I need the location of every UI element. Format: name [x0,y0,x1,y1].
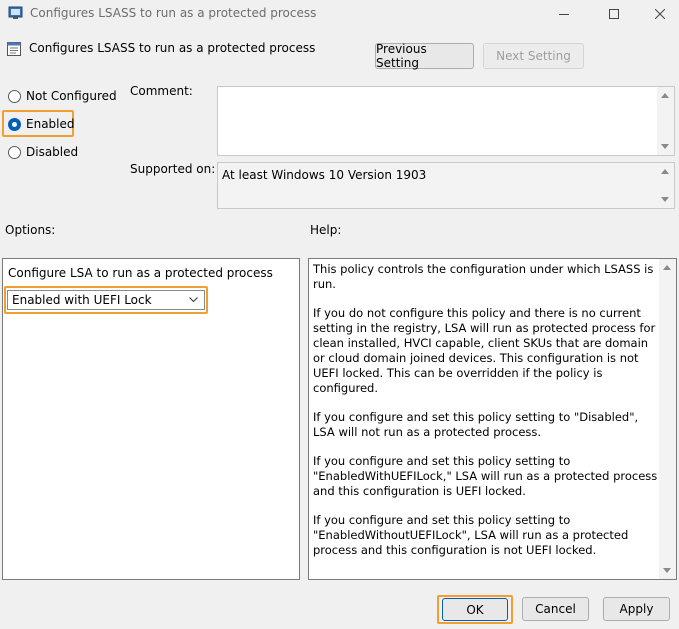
help-scrollbar[interactable] [659,259,676,579]
cancel-button[interactable]: Cancel [522,597,589,621]
radio-not-configured[interactable]: Not Configured [8,89,117,103]
options-label: Options: [5,223,56,237]
help-paragraph: If you configure and set this policy set… [313,410,639,439]
minimize-button[interactable] [541,0,587,28]
comment-scrollbar[interactable] [657,87,674,155]
dropdown-value: Enabled with UEFI Lock [12,293,152,307]
help-paragraph: If you configure and set this policy set… [313,513,629,557]
radio-enabled-label: Enabled [26,117,75,131]
previous-setting-button[interactable]: Previous Setting [375,42,474,70]
help-paragraph: This policy controls the configuration u… [313,262,654,291]
help-paragraph: If you configure and set this policy set… [313,454,658,498]
supported-scrollbar[interactable] [657,163,674,208]
next-setting-button[interactable]: Next Setting [483,43,584,69]
close-button[interactable] [637,0,679,28]
comment-textarea[interactable] [217,86,675,156]
option-setting-label: Configure LSA to run as a protected proc… [8,266,273,280]
radio-enabled-indicator[interactable] [8,117,21,131]
radio-not-configured-label: Not Configured [26,89,117,103]
title-bar: Configures LSASS to run as a protected p… [0,0,679,28]
comment-label: Comment: [130,84,193,98]
ok-button[interactable]: OK [442,598,508,621]
radio-not-configured-indicator[interactable] [8,89,21,103]
help-label: Help: [310,223,342,237]
close-icon [655,9,665,19]
lsa-mode-dropdown[interactable]: Enabled with UEFI Lock [7,290,205,310]
help-paragraph: If you do not configure this policy and … [313,306,656,395]
comment-text [218,87,674,95]
chevron-down-icon [189,297,198,303]
scroll-down-icon[interactable] [661,144,669,149]
window-title: Configures LSASS to run as a protected p… [30,6,317,20]
supported-on-box: At least Windows 10 Version 1903 [217,162,675,209]
maximize-icon [609,9,619,19]
policy-name: Configures LSASS to run as a protected p… [29,41,316,55]
apply-button[interactable]: Apply [603,597,670,621]
supported-on-label: Supported on: [130,162,216,176]
policy-setting-icon [7,42,21,56]
radio-disabled-label: Disabled [26,145,79,159]
gpo-editor-icon [8,6,23,19]
radio-enabled[interactable]: Enabled [8,117,75,131]
minimize-icon [559,13,569,15]
scroll-up-icon[interactable] [661,169,669,174]
help-panel: This policy controls the configuration u… [308,258,677,580]
radio-disabled[interactable]: Disabled [8,145,78,159]
radio-disabled-indicator[interactable] [8,145,21,159]
scroll-down-icon[interactable] [661,197,669,202]
supported-on-value: At least Windows 10 Version 1903 [222,168,427,182]
help-text: This policy controls the configuration u… [313,262,659,572]
scroll-up-icon[interactable] [661,93,669,98]
scroll-up-icon[interactable] [663,265,671,270]
scroll-down-icon[interactable] [663,568,671,573]
maximize-button[interactable] [591,0,637,28]
